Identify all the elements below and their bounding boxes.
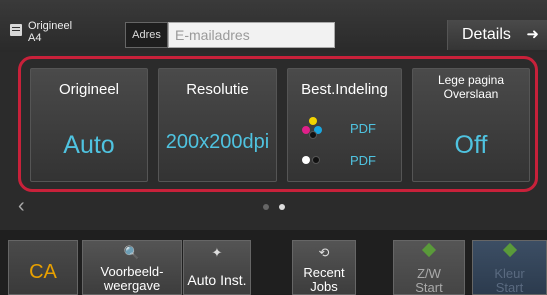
top-bar: Origineel A4 Adres E-mailadres Details ➜ [0, 0, 547, 52]
setting-title: Resolutie [186, 81, 249, 98]
setting-value: 200x200dpi [165, 131, 270, 153]
start-diamond-icon [502, 242, 517, 258]
arrow-right-icon: ➜ [526, 26, 539, 43]
chevron-left-icon[interactable]: ‹ [18, 195, 25, 218]
setting-resolution[interactable]: Resolutie 200x200dpi [158, 68, 277, 182]
magnifier-document-icon: 🔍 [123, 245, 141, 260]
auto-set-button[interactable]: ✦ Auto Inst. [183, 240, 251, 295]
setting-value: Auto [63, 131, 115, 159]
auto-set-label: Auto Inst. [187, 272, 247, 288]
document-icon [10, 24, 22, 36]
setting-title-line1: Lege pagina [437, 73, 505, 87]
email-address-input[interactable]: E-mailadres [168, 22, 335, 48]
setting-blank-page-skip[interactable]: Lege pagina Overslaan Off [412, 68, 530, 182]
page-dot-active[interactable] [279, 204, 285, 210]
setting-file-format[interactable]: Best.Indeling PDF PDF [287, 68, 402, 182]
preview-button[interactable]: 🔍 Voorbeeld- weergave [82, 240, 182, 295]
mono-dots-icon [302, 155, 326, 165]
bw-start-button[interactable]: Z/W Start [393, 240, 465, 295]
color-dots-icon [302, 117, 326, 139]
bw-start-label-line1: Z/W [417, 266, 441, 281]
preview-label-line1: Voorbeeld- [100, 264, 164, 279]
color-start-button[interactable]: Kleur Start [472, 240, 547, 295]
setting-original[interactable]: Origineel Auto [30, 68, 148, 182]
address-button[interactable]: Adres [125, 22, 168, 48]
page-dot[interactable] [263, 204, 269, 210]
history-clock-icon: ⟲ [318, 245, 330, 260]
color-start-label-line1: Kleur [494, 266, 525, 281]
color-format-value: PDF [350, 120, 376, 136]
bw-format-row: PDF [302, 149, 401, 171]
bw-start-label-line2: Start [415, 280, 443, 295]
original-label: Origineel [28, 20, 73, 32]
original-size: A4 [28, 32, 42, 44]
clear-all-button[interactable]: CA [8, 240, 78, 295]
color-format-row: PDF [302, 117, 401, 139]
setting-value: Off [454, 131, 488, 159]
recent-label-line2: Jobs [310, 279, 338, 294]
page-indicator [263, 204, 285, 210]
recent-jobs-button[interactable]: ⟲ Recent Jobs [292, 240, 356, 295]
sparkle-wand-icon: ✦ [211, 245, 223, 260]
details-label: Details [462, 26, 511, 43]
ca-label: CA [29, 261, 57, 283]
setting-title: Best.Indeling [301, 81, 388, 98]
recent-label-line1: Recent [303, 265, 345, 280]
original-size-indicator[interactable]: Origineel A4 [10, 20, 72, 44]
bw-format-value: PDF [350, 152, 376, 168]
color-start-label-line2: Start [495, 280, 524, 295]
setting-title: Origineel [58, 81, 120, 98]
start-diamond-icon [421, 242, 437, 258]
setting-title-line2: Overslaan [443, 87, 499, 101]
details-button[interactable]: Details ➜ [447, 20, 547, 50]
preview-label-line2: weergave [103, 278, 161, 293]
